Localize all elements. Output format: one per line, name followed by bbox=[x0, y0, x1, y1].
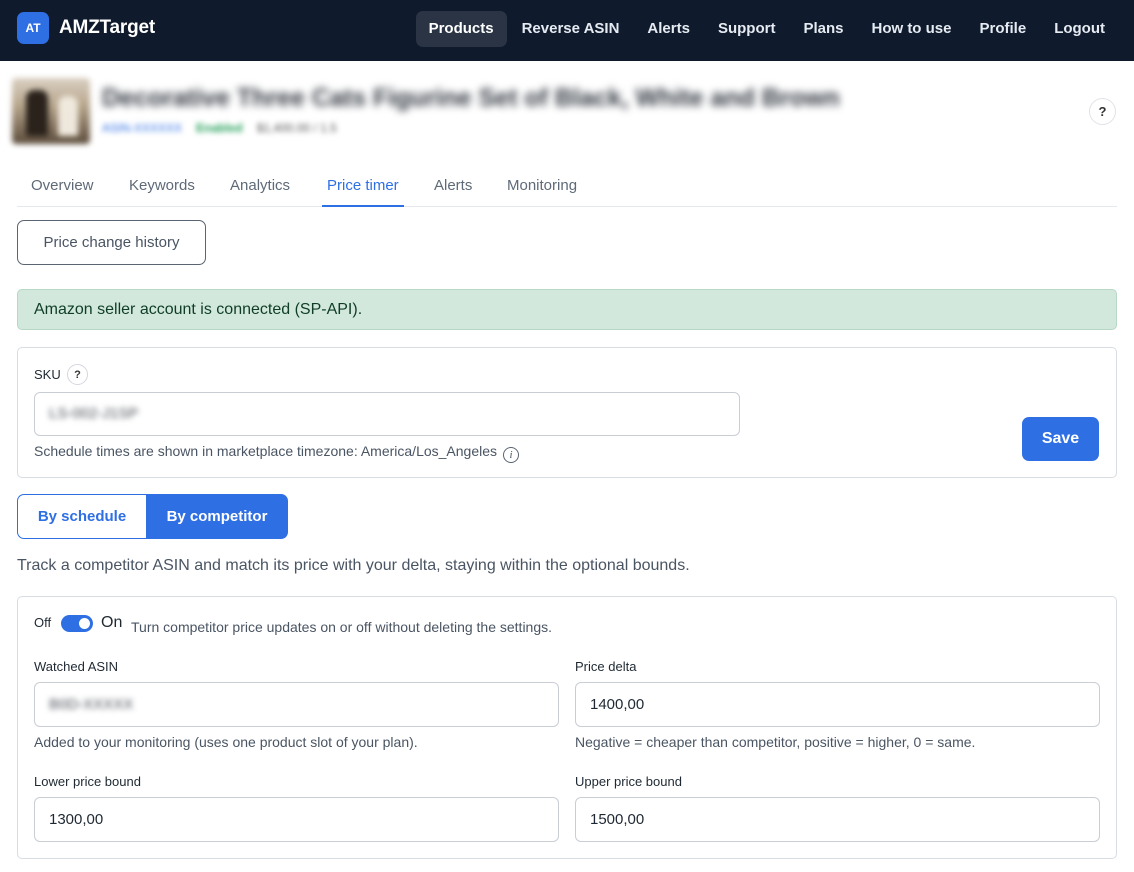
product-price: $1,400.00 / 1.5 bbox=[256, 121, 337, 135]
toggle-knob bbox=[79, 618, 90, 629]
toggle-off-label: Off bbox=[34, 615, 52, 630]
upper-price-bound-label: Upper price bound bbox=[575, 774, 682, 789]
nav-links: Products Reverse ASIN Alerts Support Pla… bbox=[414, 11, 1118, 47]
tab-keywords[interactable]: Keywords bbox=[124, 170, 200, 207]
info-icon[interactable]: i bbox=[503, 447, 520, 463]
tab-overview[interactable]: Overview bbox=[26, 170, 99, 207]
watched-asin-label: Watched ASIN bbox=[34, 659, 119, 674]
sku-label: SKU bbox=[34, 367, 61, 382]
competitor-toggle-switch[interactable] bbox=[61, 615, 93, 632]
lower-price-bound-input[interactable]: 1300,00 bbox=[34, 797, 559, 842]
nav-support[interactable]: Support bbox=[705, 11, 789, 47]
brand-logo[interactable]: AT AMZTarget bbox=[17, 12, 155, 44]
price-change-history-button[interactable]: Price change history bbox=[17, 220, 206, 265]
by-competitor-button[interactable]: By competitor bbox=[146, 494, 288, 539]
tab-price-timer[interactable]: Price timer bbox=[322, 170, 404, 207]
competitor-mode-description: Track a competitor ASIN and match its pr… bbox=[17, 557, 690, 574]
watched-asin-value: B0D-XXXXX bbox=[49, 696, 134, 713]
brand-name: AMZTarget bbox=[59, 17, 156, 38]
tab-alerts[interactable]: Alerts bbox=[429, 170, 477, 207]
price-delta-label: Price delta bbox=[575, 659, 637, 674]
price-delta-hint: Negative = cheaper than competitor, posi… bbox=[575, 734, 976, 750]
help-button[interactable]: ? bbox=[1089, 98, 1116, 125]
product-tabs: Overview Keywords Analytics Price timer … bbox=[17, 170, 1117, 207]
price-delta-input[interactable]: 1400,00 bbox=[575, 682, 1100, 727]
watched-asin-input[interactable]: B0D-XXXXX bbox=[34, 682, 559, 727]
sku-card: SKU ? LS-002-J1SP Schedule times are sho… bbox=[17, 347, 1117, 478]
nav-alerts[interactable]: Alerts bbox=[634, 11, 703, 47]
toggle-description: Turn competitor price updates on or off … bbox=[131, 619, 553, 635]
sku-value: LS-002-J1SP bbox=[49, 405, 139, 422]
product-thumbnail bbox=[12, 78, 90, 144]
product-asin-link[interactable]: ASIN-XXXXXX bbox=[102, 121, 182, 135]
tab-analytics[interactable]: Analytics bbox=[225, 170, 295, 207]
product-title: Decorative Three Cats Figurine Set of Bl… bbox=[102, 84, 840, 112]
product-status: Enabled bbox=[196, 121, 243, 135]
nav-profile[interactable]: Profile bbox=[967, 11, 1040, 47]
nav-plans[interactable]: Plans bbox=[790, 11, 856, 47]
lower-price-bound-label: Lower price bound bbox=[34, 774, 141, 789]
toggle-on-label: On bbox=[101, 614, 123, 631]
timezone-hint-text: Schedule times are shown in marketplace … bbox=[34, 443, 498, 459]
mode-segmented-control: By schedule By competitor bbox=[17, 494, 288, 539]
nav-how-to-use[interactable]: How to use bbox=[858, 11, 964, 47]
tab-monitoring[interactable]: Monitoring bbox=[502, 170, 582, 207]
product-meta: ASIN-XXXXXX Enabled $1,400.00 / 1.5 bbox=[102, 121, 337, 135]
sku-help-icon[interactable]: ? bbox=[67, 364, 88, 385]
save-button[interactable]: Save bbox=[1022, 417, 1099, 461]
top-navbar: AT AMZTarget Products Reverse ASIN Alert… bbox=[0, 0, 1134, 61]
nav-logout[interactable]: Logout bbox=[1041, 11, 1118, 47]
sku-input[interactable]: LS-002-J1SP bbox=[34, 392, 740, 436]
sp-api-connected-alert: Amazon seller account is connected (SP-A… bbox=[17, 289, 1117, 330]
by-schedule-button[interactable]: By schedule bbox=[17, 494, 146, 539]
logo-badge: AT bbox=[17, 12, 49, 44]
upper-price-bound-input[interactable]: 1500,00 bbox=[575, 797, 1100, 842]
nav-products[interactable]: Products bbox=[415, 11, 507, 47]
timezone-hint: Schedule times are shown in marketplace … bbox=[34, 443, 520, 463]
watched-asin-hint: Added to your monitoring (uses one produ… bbox=[34, 734, 418, 750]
nav-reverse-asin[interactable]: Reverse ASIN bbox=[509, 11, 633, 47]
